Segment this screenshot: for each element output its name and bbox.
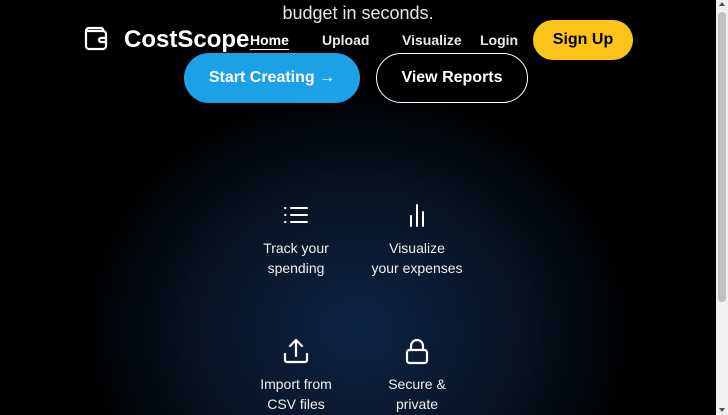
nav-upload[interactable]: Upload xyxy=(322,32,369,48)
scroll-down-icon[interactable] xyxy=(719,408,725,412)
feature-secure-private: Secure & private xyxy=(352,336,482,414)
feature-label: Import from CSV files xyxy=(260,376,332,412)
nav-visualize[interactable]: Visualize xyxy=(402,32,462,48)
scrollbar-thumb[interactable] xyxy=(718,12,726,302)
upload-icon xyxy=(281,336,311,366)
nav-home[interactable]: Home xyxy=(250,32,289,48)
view-reports-button[interactable]: View Reports xyxy=(376,53,528,103)
lock-icon xyxy=(402,336,432,366)
feature-label: Secure & private xyxy=(388,376,446,412)
feature-import-csv: Import from CSV files xyxy=(231,336,361,414)
feature-label: Visualize your expenses xyxy=(371,240,463,276)
brand-logo[interactable]: CostScope xyxy=(82,25,249,55)
feature-track-spending: Track your spending xyxy=(231,200,361,278)
wallet-icon xyxy=(82,24,110,57)
vertical-scrollbar[interactable] xyxy=(716,0,728,415)
sign-up-button[interactable]: Sign Up xyxy=(533,20,633,60)
brand-name: CostScope xyxy=(124,26,250,53)
nav-login[interactable]: Login xyxy=(480,32,518,48)
feature-label: Track your spending xyxy=(263,240,329,276)
list-icon xyxy=(281,200,311,230)
feature-visualize-expenses: Visualize your expenses xyxy=(352,200,482,278)
bar-chart-icon xyxy=(402,200,432,230)
start-creating-button[interactable]: Start Creating → xyxy=(184,53,360,103)
scroll-up-icon[interactable] xyxy=(719,2,725,6)
